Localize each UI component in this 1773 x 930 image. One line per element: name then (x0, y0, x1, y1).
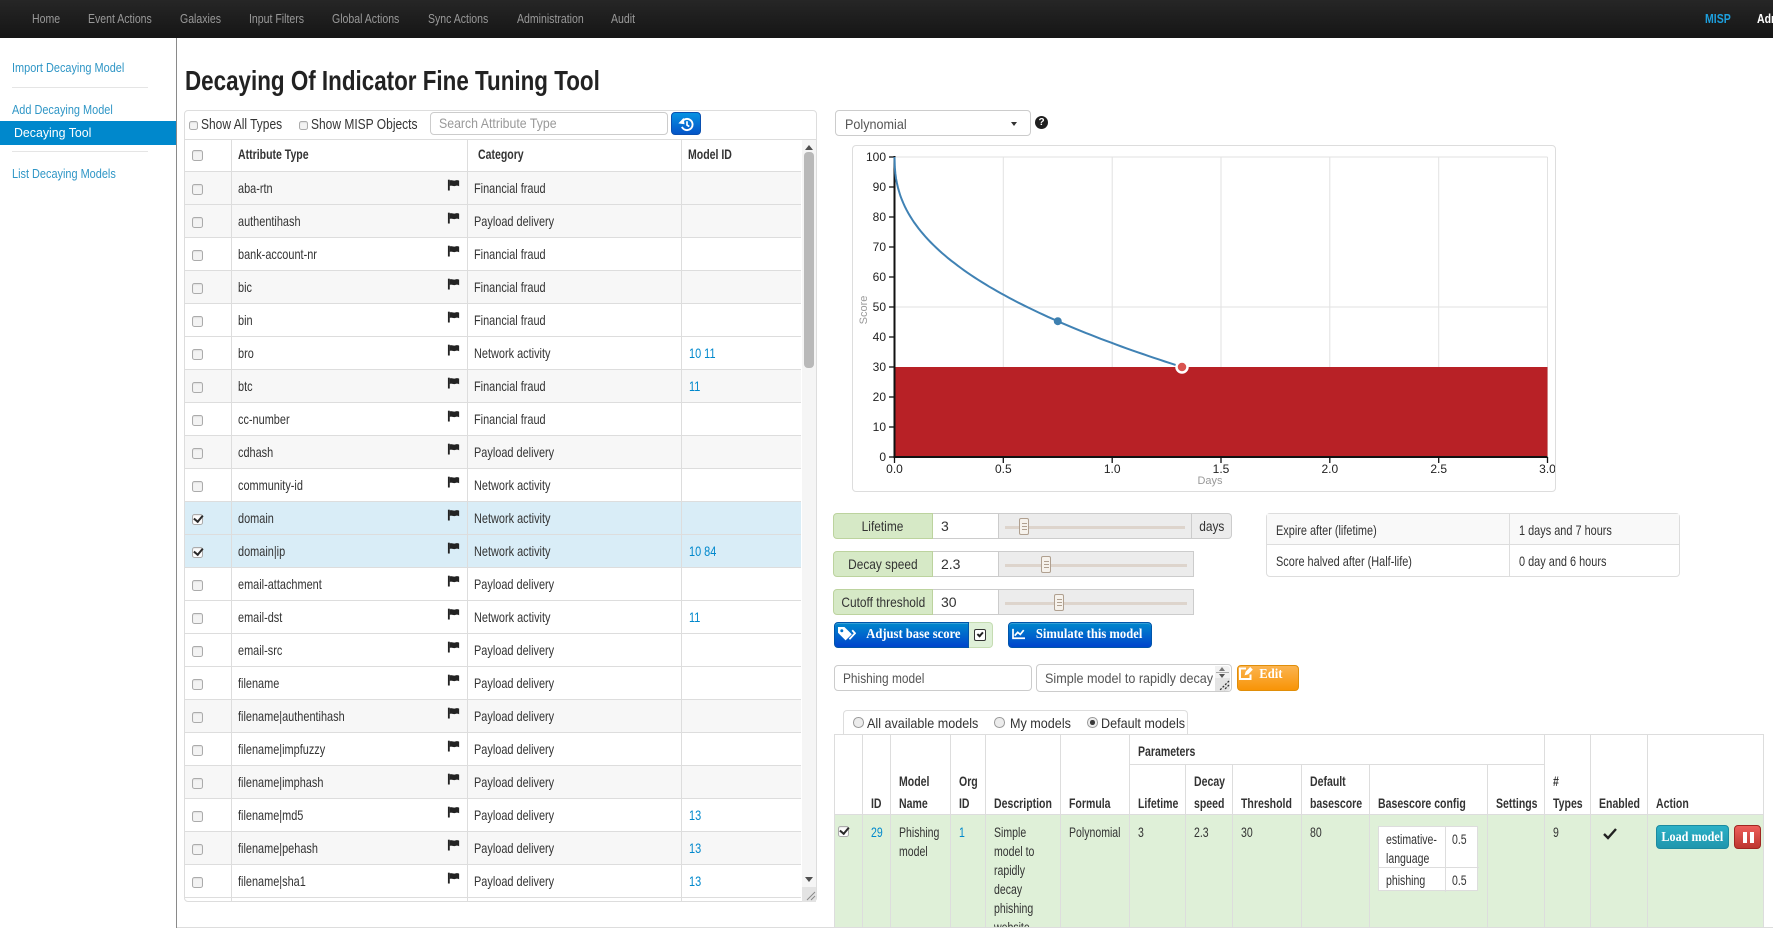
svg-text:60: 60 (873, 270, 887, 284)
svg-text:3.0: 3.0 (1539, 462, 1555, 476)
svg-text:80: 80 (873, 210, 887, 224)
svg-text:2.5: 2.5 (1430, 462, 1447, 476)
svg-text:70: 70 (873, 240, 887, 254)
svg-text:2.0: 2.0 (1321, 462, 1338, 476)
svg-text:10: 10 (873, 420, 887, 434)
svg-text:Days: Days (1197, 475, 1223, 487)
svg-text:1.5: 1.5 (1213, 462, 1230, 476)
svg-text:0.0: 0.0 (886, 462, 903, 476)
svg-text:90: 90 (873, 180, 887, 194)
svg-text:40: 40 (873, 330, 887, 344)
svg-text:100: 100 (866, 150, 886, 164)
svg-text:0.5: 0.5 (995, 462, 1012, 476)
svg-text:50: 50 (873, 300, 887, 314)
svg-text:1.0: 1.0 (1104, 462, 1121, 476)
svg-text:20: 20 (873, 390, 887, 404)
svg-text:Score: Score (858, 296, 870, 325)
svg-text:30: 30 (873, 360, 887, 374)
